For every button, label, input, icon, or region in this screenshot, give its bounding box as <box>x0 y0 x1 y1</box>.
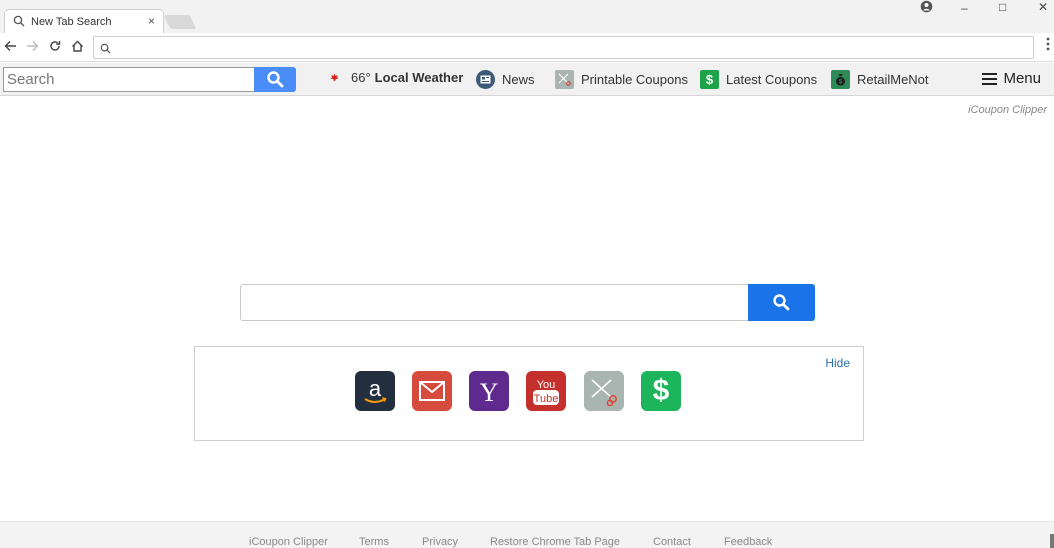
search-icon <box>13 15 25 30</box>
scrollbar[interactable] <box>1050 534 1054 548</box>
amazon-icon: a <box>364 376 387 403</box>
maximize-button[interactable]: □ <box>999 0 1006 14</box>
back-icon[interactable] <box>4 39 17 55</box>
latest-coupons-label: Latest Coupons <box>726 72 818 87</box>
profile-icon[interactable] <box>920 0 933 14</box>
footer: iCoupon Clipper Terms Privacy Restore Ch… <box>0 521 1054 548</box>
address-bar[interactable] <box>93 36 1034 59</box>
navigation-bar <box>0 33 1054 62</box>
scissors-icon <box>555 70 574 89</box>
amazon-tile[interactable]: a <box>355 371 395 411</box>
money-bag-icon: $ <box>831 70 850 89</box>
scissors-icon <box>591 379 617 406</box>
latest-coupons-link[interactable]: $ Latest Coupons <box>700 70 817 89</box>
gmail-tile[interactable] <box>412 371 452 411</box>
tab-title: New Tab Search <box>31 16 112 28</box>
tab-close-icon[interactable]: × <box>148 14 155 28</box>
minimize-button[interactable]: – <box>961 1 968 15</box>
browser-menu-icon[interactable] <box>1046 37 1050 54</box>
main-search-input[interactable] <box>240 284 748 321</box>
omnibox-search-icon <box>100 41 111 59</box>
youtube-icon: You Tube <box>533 379 559 405</box>
retailmenot-link[interactable]: $ RetailMeNot <box>831 70 929 89</box>
new-tab-button[interactable] <box>163 15 197 29</box>
footer-link-restore[interactable]: Restore Chrome Tab Page <box>490 536 620 548</box>
footer-link-contact[interactable]: Contact <box>653 536 691 548</box>
dollar-icon: $ <box>652 374 670 407</box>
weather-label: Local Weather <box>374 70 464 85</box>
yahoo-tile[interactable]: Y <box>469 371 509 411</box>
svg-text:a: a <box>369 376 382 401</box>
weather-link[interactable]: 66° Local Weather <box>330 70 463 85</box>
footer-link-terms[interactable]: Terms <box>359 536 389 548</box>
search-icon <box>773 294 790 311</box>
menu-label: Menu <box>1003 70 1041 87</box>
toolbar-search-button[interactable] <box>254 67 296 92</box>
reload-icon[interactable] <box>49 39 61 55</box>
brand-logo-text: iCoupon Clipper <box>968 104 1047 116</box>
svg-text:Tube: Tube <box>534 393 559 405</box>
svg-text:Y: Y <box>480 378 499 404</box>
footer-link-feedback[interactable]: Feedback <box>724 536 772 548</box>
printable-coupons-link[interactable]: Printable Coupons <box>555 70 688 89</box>
news-link[interactable]: News <box>476 70 535 89</box>
home-icon[interactable] <box>71 39 84 55</box>
maple-leaf-icon <box>330 73 339 82</box>
news-icon <box>476 70 495 89</box>
hamburger-icon <box>982 72 998 85</box>
close-window-button[interactable]: ✕ <box>1038 0 1048 14</box>
news-label: News <box>502 72 535 87</box>
hide-link[interactable]: Hide <box>825 356 850 370</box>
mail-icon <box>419 381 445 401</box>
footer-link-brand[interactable]: iCoupon Clipper <box>249 536 328 548</box>
browser-tab[interactable]: New Tab Search × <box>4 9 164 33</box>
quick-links-panel: Hide a Y You Tube $ <box>194 346 864 441</box>
footer-link-privacy[interactable]: Privacy <box>422 536 458 548</box>
dollar-icon: $ <box>700 70 719 89</box>
yahoo-icon: Y <box>480 378 499 404</box>
youtube-tile[interactable]: You Tube <box>526 371 566 411</box>
main-search-button[interactable] <box>748 284 815 321</box>
extension-toolbar: 66° Local Weather News Printable Coupons… <box>0 63 1054 96</box>
printable-coupons-label: Printable Coupons <box>581 72 688 87</box>
retailmenot-label: RetailMeNot <box>857 72 929 87</box>
cash-tile[interactable]: $ <box>641 371 681 411</box>
forward-icon[interactable] <box>26 39 39 55</box>
search-icon <box>267 71 284 88</box>
svg-text:You: You <box>537 379 556 391</box>
browser-chrome: New Tab Search × – □ ✕ <box>0 0 1054 62</box>
coupons-tile[interactable] <box>584 371 624 411</box>
weather-temp: 66° <box>351 70 371 85</box>
toolbar-search-input[interactable] <box>3 67 255 92</box>
menu-button[interactable]: Menu <box>982 70 1041 87</box>
